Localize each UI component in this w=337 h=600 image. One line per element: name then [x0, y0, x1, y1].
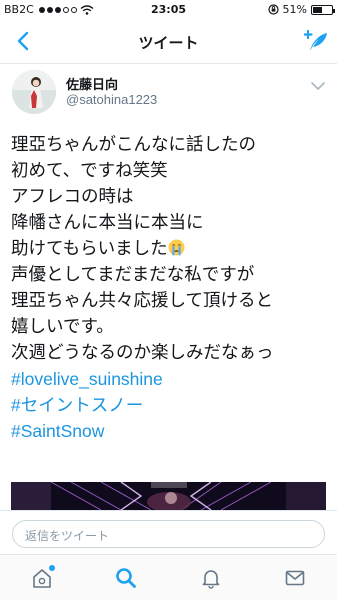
tweet-line: 理亞ちゃん共々応援して頂けると	[11, 291, 273, 311]
tab-notifications[interactable]	[196, 563, 226, 593]
tweet-line: 嬉しいです。	[11, 317, 114, 337]
messages-icon	[285, 570, 305, 586]
compose-tweet-icon	[304, 29, 327, 51]
status-right: 51%	[267, 3, 335, 16]
tweet-line: 初めて、ですね笑笑	[11, 161, 168, 181]
hashtag-link[interactable]: #lovelive_suinshine	[11, 366, 331, 392]
author-handle[interactable]: @satohina1223	[66, 92, 157, 107]
tweet-line: アフレコの時は	[11, 187, 134, 207]
search-icon	[116, 568, 136, 588]
tab-search[interactable]	[111, 563, 141, 593]
tweet-text: 理亞ちゃんがこんなに話したの 初めて、ですね笑笑 アフレコの時は 降幡さんに本当…	[11, 132, 331, 444]
tweet-media-image[interactable]	[11, 482, 326, 510]
author-name[interactable]: 佐藤日向	[66, 74, 118, 93]
tweet-options-button[interactable]	[309, 78, 327, 92]
tweet-line-text: 助けてもらいました	[11, 239, 168, 259]
tweet-line: 理亞ちゃんがこんなに話したの	[11, 135, 256, 155]
nav-bar: ツイート	[0, 20, 337, 64]
page-title: ツイート	[138, 34, 199, 52]
notifications-icon	[202, 570, 220, 589]
tweet-line: 降幡さんに本当に本当に	[11, 213, 204, 233]
hashtag-link[interactable]: #SaintSnow	[11, 418, 331, 444]
new-content-dot	[49, 565, 55, 571]
tweet-line: 声優としてまだまだな私ですが	[11, 265, 255, 285]
chevron-down-icon	[311, 82, 325, 90]
tweet-line: 次週どうなるのか楽しみだなぁっ	[11, 343, 274, 363]
tweet-line-with-emoji: 助けてもらいました	[11, 236, 331, 262]
reply-input[interactable]: 返信をツイート	[12, 520, 325, 548]
reply-bar: 返信をツイート	[0, 510, 337, 554]
battery-icon	[311, 4, 335, 15]
avatar[interactable]	[12, 70, 56, 114]
orientation-lock-icon	[267, 4, 279, 15]
compose-tweet-button[interactable]	[301, 26, 331, 56]
status-bar: BB2C 23:05 51%	[0, 0, 337, 20]
crying-face-icon	[168, 239, 185, 256]
tab-messages[interactable]	[280, 563, 310, 593]
tab-home[interactable]	[27, 563, 57, 593]
battery-percent: 51%	[282, 3, 307, 16]
hashtag-link[interactable]: #セイントスノー	[11, 392, 331, 418]
tab-bar	[0, 554, 337, 600]
